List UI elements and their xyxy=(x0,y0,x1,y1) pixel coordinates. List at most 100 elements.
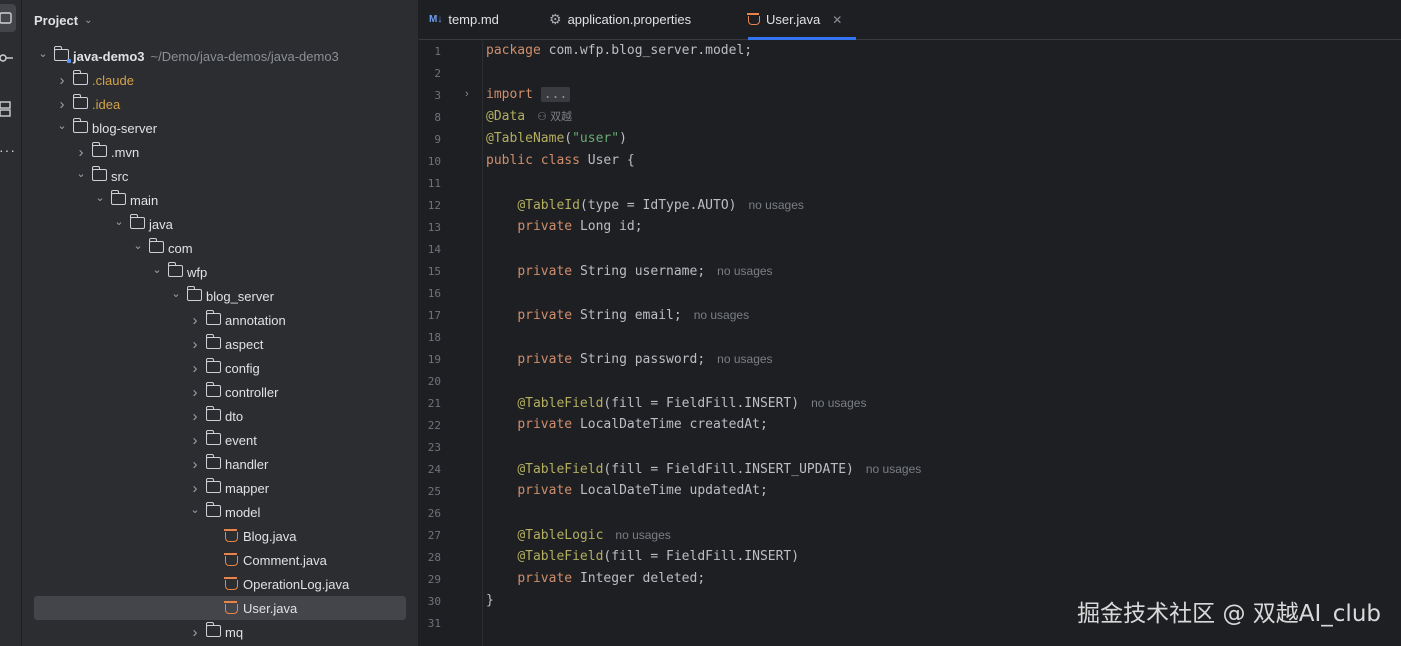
code-line[interactable]: private String password; no usages xyxy=(486,348,772,370)
chevron-down-icon[interactable]: ⌄ xyxy=(74,167,88,180)
tree-folder-item[interactable]: ⌄ blog-server xyxy=(22,116,418,140)
tree-folder-item[interactable]: › mapper xyxy=(22,476,418,500)
code-line[interactable]: private Long id; xyxy=(486,216,642,238)
tree-folder-item[interactable]: ⌄ blog_server xyxy=(22,284,418,308)
tree-file-item[interactable]: User.java xyxy=(34,596,406,620)
usages-hint[interactable]: no usages xyxy=(811,396,866,410)
code-line[interactable]: @Data ⚇ 双越 xyxy=(486,106,572,128)
project-header[interactable]: Project ⌄ xyxy=(34,10,92,30)
code-line[interactable]: @TableField(fill = FieldFill.INSERT) xyxy=(486,546,799,568)
tree-folder-item[interactable]: ⌄ com xyxy=(22,236,418,260)
author-hint[interactable]: ⚇ 双越 xyxy=(537,111,572,123)
code-line[interactable]: import ... xyxy=(486,84,571,106)
code-token: (fill = FieldFill.INSERT) xyxy=(603,549,800,564)
chevron-down-icon[interactable]: ⌄ xyxy=(36,47,50,60)
tree-folder-item[interactable]: › annotation xyxy=(22,308,418,332)
close-icon[interactable]: ✕ xyxy=(832,13,842,27)
code-line[interactable]: private LocalDateTime createdAt; xyxy=(486,414,767,436)
tree-folder-item[interactable]: › dto xyxy=(22,404,418,428)
tree-folder-item[interactable]: › handler xyxy=(22,452,418,476)
code-line[interactable]: @TableName("user") xyxy=(486,128,627,150)
tree-folder-item[interactable]: › .idea xyxy=(22,92,418,116)
code-line[interactable]: } xyxy=(486,590,494,612)
code-line[interactable]: @TableField(fill = FieldFill.INSERT_UPDA… xyxy=(486,458,921,480)
usages-hint[interactable]: no usages xyxy=(717,264,772,278)
code-token: @TableField xyxy=(517,549,604,564)
chevron-down-icon[interactable]: ⌄ xyxy=(55,119,69,132)
folder-icon xyxy=(110,190,126,205)
chevron-right-icon[interactable]: › xyxy=(74,144,88,161)
chevron-down-icon[interactable]: ⌄ xyxy=(112,215,126,228)
tree-folder-item[interactable]: ⌄ main xyxy=(22,188,418,212)
tree-file-item[interactable]: OperationLog.java xyxy=(22,572,418,596)
chevron-down-icon[interactable]: ⌄ xyxy=(93,191,107,204)
chevron-down-icon[interactable]: ⌄ xyxy=(188,503,202,516)
tree-folder-item[interactable]: ⌄ java-demo3 ~/Demo/java-demos/java-demo3 xyxy=(22,44,418,68)
tree-folder-item[interactable]: › controller xyxy=(22,380,418,404)
tree-folder-item[interactable]: › .mvn xyxy=(22,140,418,164)
more-tools-icon[interactable]: ··· xyxy=(0,142,15,158)
chevron-down-icon[interactable]: ⌄ xyxy=(150,263,164,276)
tree-folder-item[interactable]: ⌄ wfp xyxy=(22,260,418,284)
chevron-right-icon[interactable]: › xyxy=(188,624,202,641)
line-number: 25 xyxy=(427,485,441,498)
tree-folder-item[interactable]: › aspect xyxy=(22,332,418,356)
folder-icon xyxy=(148,238,164,253)
tree-folder-item[interactable]: › event xyxy=(22,428,418,452)
tab-user-java[interactable]: User.java ✕ xyxy=(747,0,856,40)
chevron-right-icon[interactable]: › xyxy=(188,456,202,473)
chevron-right-icon[interactable]: › xyxy=(188,480,202,497)
fold-expand-icon[interactable]: › xyxy=(465,88,469,100)
code-token: LocalDateTime updatedAt; xyxy=(579,483,768,498)
code-token: @TableLogic xyxy=(517,528,604,543)
usages-hint[interactable]: no usages xyxy=(694,308,749,322)
line-number: 22 xyxy=(427,419,441,432)
code-line[interactable]: public class User { xyxy=(486,150,635,172)
code-token: private xyxy=(517,352,580,367)
tree-folder-item[interactable]: › mq xyxy=(22,620,418,644)
chevron-right-icon[interactable]: › xyxy=(55,96,69,113)
folded-imports[interactable]: ... xyxy=(540,87,571,102)
tree-folder-item[interactable]: ⌄ src xyxy=(22,164,418,188)
chevron-right-icon[interactable]: › xyxy=(188,384,202,401)
chevron-right-icon[interactable]: › xyxy=(188,360,202,377)
chevron-down-icon[interactable]: ⌄ xyxy=(169,287,183,300)
chevron-right-icon[interactable]: › xyxy=(188,408,202,425)
tab-temp-md[interactable]: M↓ temp.md xyxy=(429,0,499,39)
chevron-right-icon[interactable]: › xyxy=(188,432,202,449)
code-line[interactable]: private Integer deleted; xyxy=(486,568,705,590)
tab-application-properties[interactable]: ⚙ application.properties xyxy=(549,0,691,39)
commit-icon[interactable] xyxy=(0,50,13,66)
tree-file-item[interactable]: Blog.java xyxy=(22,524,418,548)
chevron-down-icon[interactable]: ⌄ xyxy=(131,239,145,252)
tree-file-item[interactable]: Comment.java xyxy=(22,548,418,572)
code-line[interactable]: private String email; no usages xyxy=(486,304,749,326)
code-line[interactable]: private LocalDateTime updatedAt; xyxy=(486,480,768,502)
usages-hint[interactable]: no usages xyxy=(615,528,670,542)
chevron-right-icon[interactable]: › xyxy=(188,312,202,329)
code-token: } xyxy=(486,593,494,608)
usages-hint[interactable]: no usages xyxy=(748,198,803,212)
code-line[interactable]: private String username; no usages xyxy=(486,260,772,282)
folder-icon[interactable] xyxy=(0,10,13,26)
chevron-right-icon[interactable]: › xyxy=(188,336,202,353)
code-token: private xyxy=(517,308,580,323)
code-line[interactable]: @TableField(fill = FieldFill.INSERT) no u… xyxy=(486,392,866,414)
line-number: 26 xyxy=(427,507,441,520)
code-line[interactable]: @TableLogic no usages xyxy=(486,524,670,546)
structure-icon[interactable] xyxy=(0,100,13,117)
java-class-icon xyxy=(224,577,238,590)
tree-folder-item[interactable]: › config xyxy=(22,356,418,380)
usages-hint[interactable]: no usages xyxy=(717,352,772,366)
tree-folder-item[interactable]: › .claude xyxy=(22,68,418,92)
usages-hint[interactable]: no usages xyxy=(866,462,921,476)
code-line[interactable]: @TableId(type = IdType.AUTO) no usages xyxy=(486,194,804,216)
tree-folder-item[interactable]: ⌄ model xyxy=(22,500,418,524)
code-token: package xyxy=(486,43,549,58)
tree-item-label: java xyxy=(149,216,173,232)
code-line[interactable]: package com.wfp.blog_server.model; xyxy=(486,40,752,62)
chevron-right-icon[interactable]: › xyxy=(55,72,69,89)
tree-folder-item[interactable]: ⌄ java xyxy=(22,212,418,236)
